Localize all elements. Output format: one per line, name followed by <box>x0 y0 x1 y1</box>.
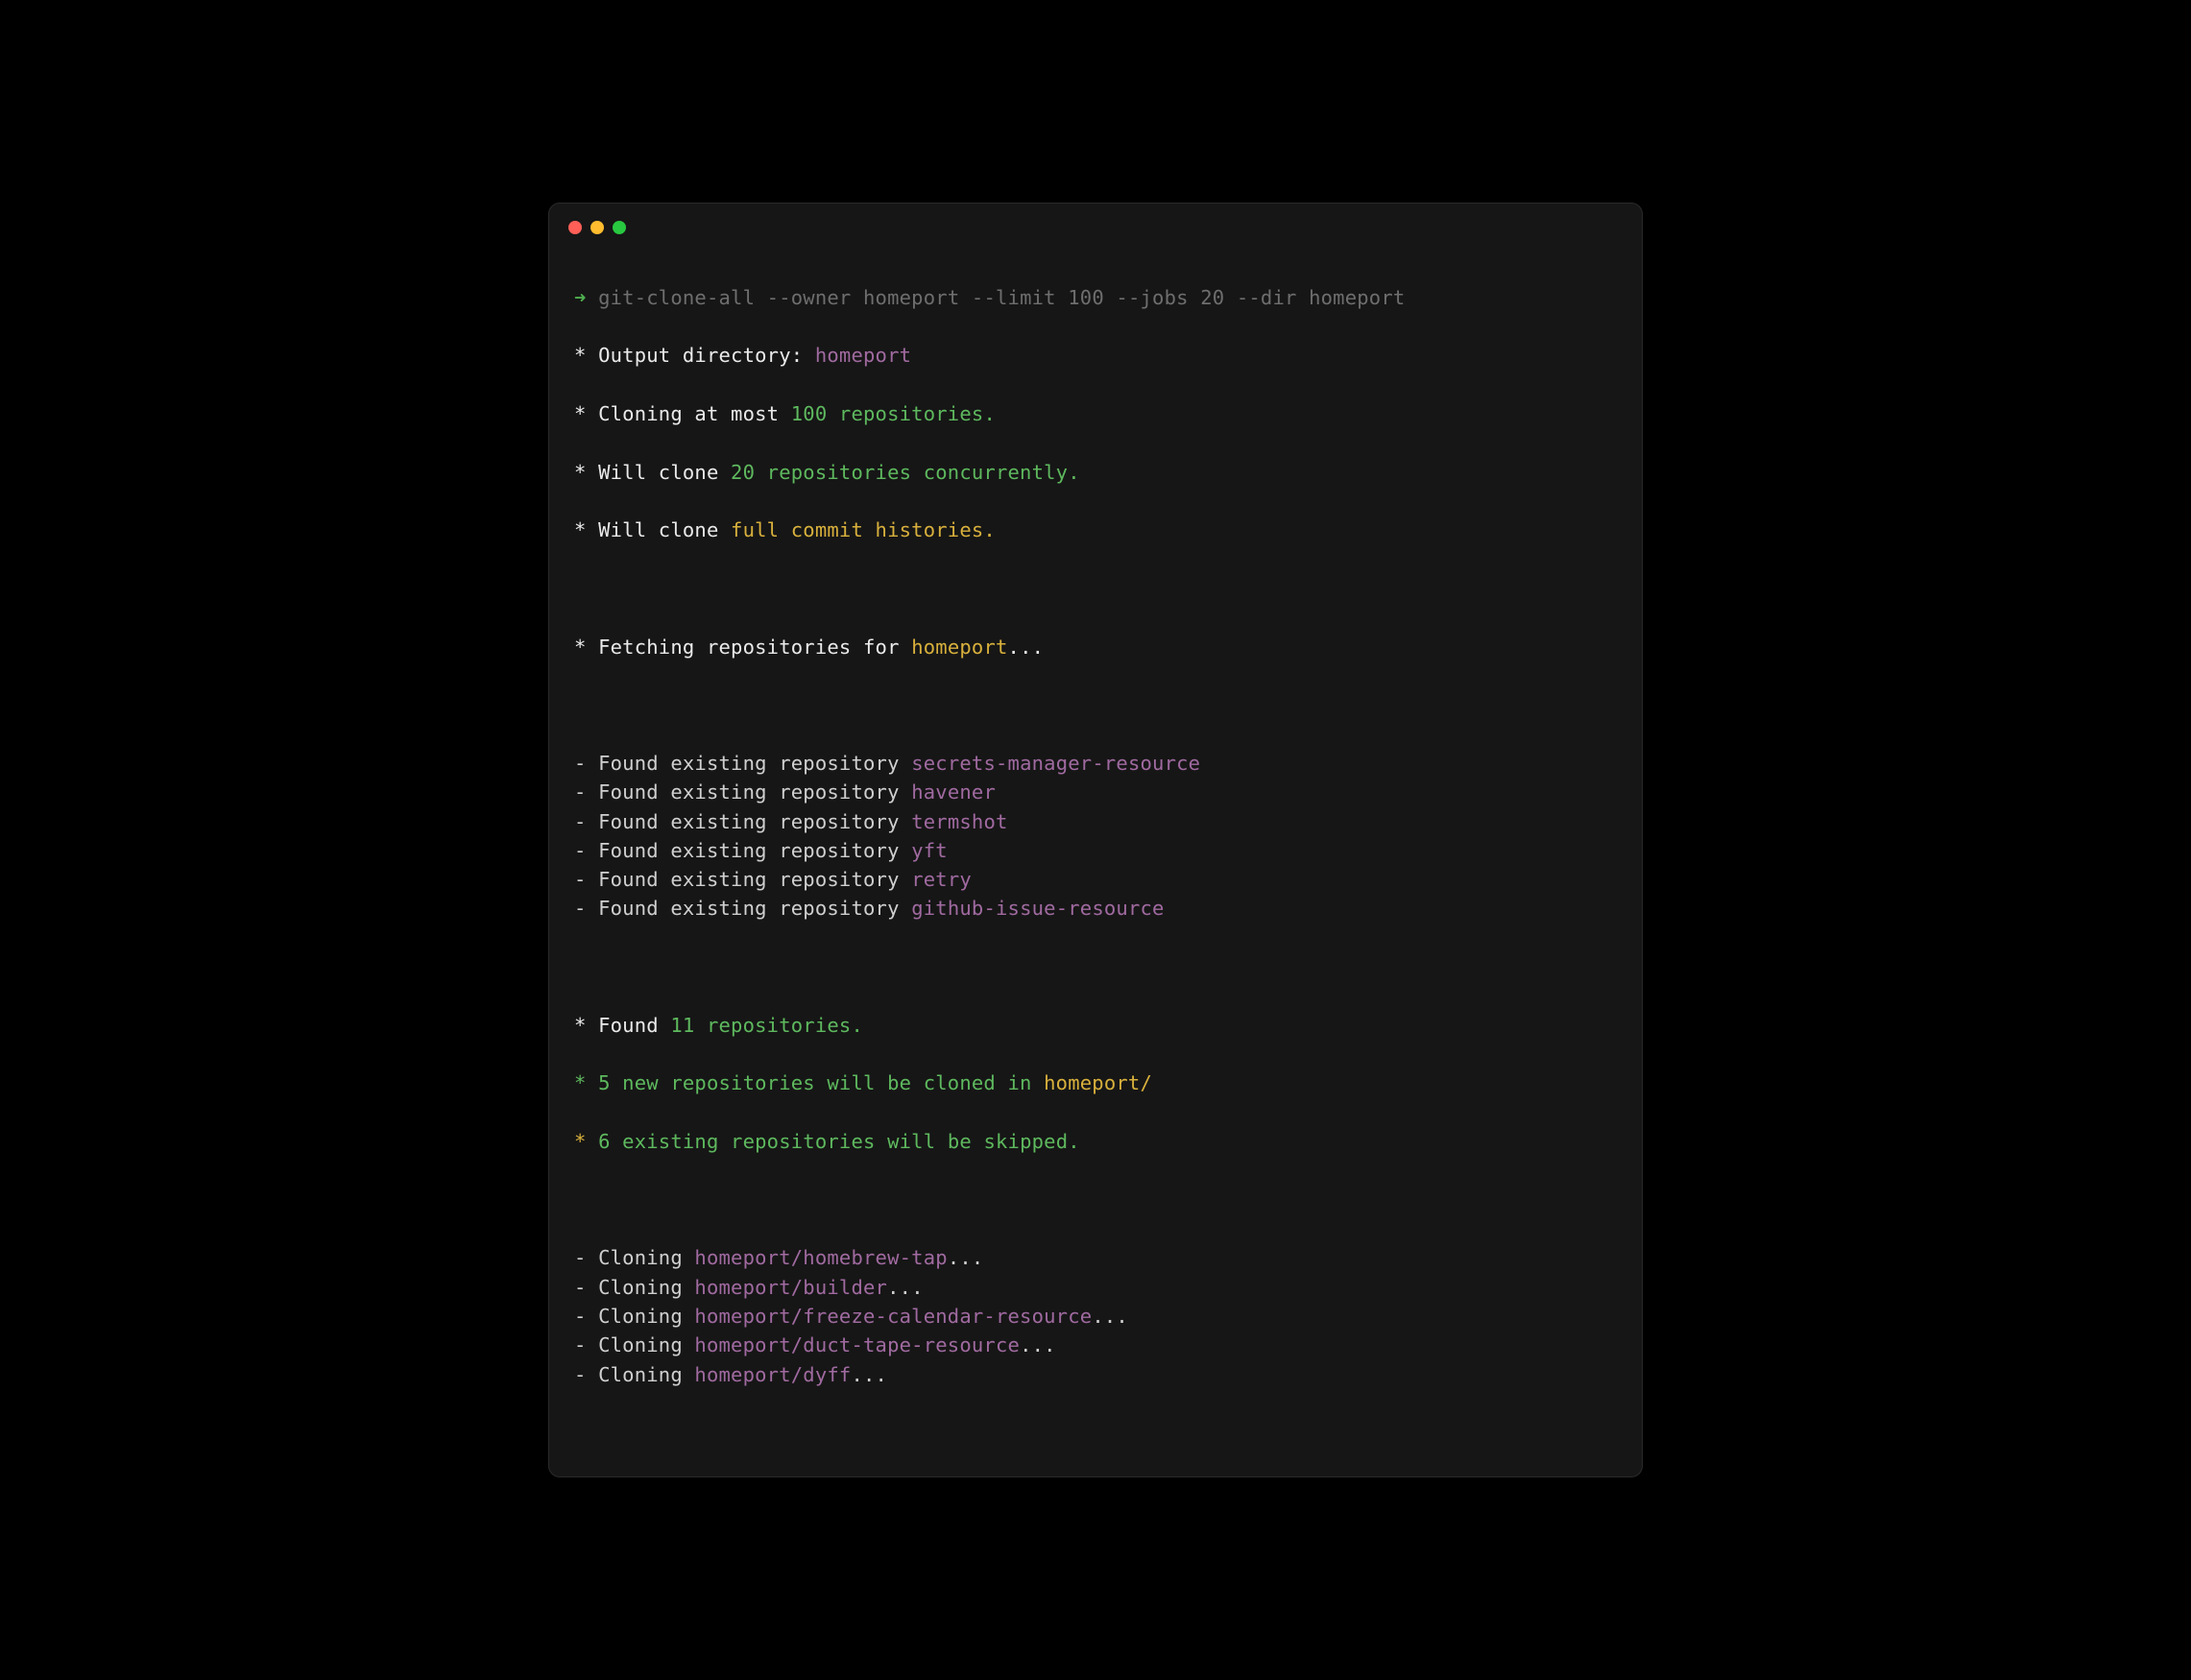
cloning-prefix: - Cloning <box>574 1276 694 1299</box>
output-line: * Will clone 20 repositories concurrentl… <box>574 458 1617 487</box>
cloning-prefix: - Cloning <box>574 1363 694 1386</box>
output-line: * Output directory: homeport <box>574 341 1617 370</box>
cloning-line: - Cloning homeport/homebrew-tap... <box>574 1243 1617 1272</box>
blank-line <box>574 952 1617 981</box>
existing-repo-line: - Found existing repository retry <box>574 865 1617 894</box>
cloning-suffix: ... <box>851 1363 887 1386</box>
close-icon[interactable] <box>568 221 582 234</box>
terminal-window: ➜ git-clone-all --owner homeport --limit… <box>548 203 1643 1476</box>
repo-name: termshot <box>911 810 1007 833</box>
repo-name: havener <box>911 780 996 804</box>
existing-repo-line: - Found existing repository havener <box>574 778 1617 806</box>
cloning-prefix: - Cloning <box>574 1305 694 1328</box>
cloning-line: - Cloning homeport/builder... <box>574 1273 1617 1302</box>
repo-name: homeport/duct-tape-resource <box>694 1333 1020 1356</box>
cloning-suffix: ... <box>887 1276 924 1299</box>
minimize-icon[interactable] <box>590 221 604 234</box>
terminal-body[interactable]: ➜ git-clone-all --owner homeport --limit… <box>549 246 1642 1476</box>
existing-repo-line: - Found existing repository yft <box>574 836 1617 865</box>
repo-name: homeport/freeze-calendar-resource <box>694 1305 1092 1328</box>
output-line: * Cloning at most 100 repositories. <box>574 399 1617 428</box>
repo-name: homeport/builder <box>694 1276 887 1299</box>
cloning-suffix: ... <box>1092 1305 1128 1328</box>
existing-repo-line: - Found existing repository github-issue… <box>574 894 1617 923</box>
blank-line <box>574 690 1617 719</box>
cloning-line: - Cloning homeport/freeze-calendar-resou… <box>574 1302 1617 1331</box>
cloning-suffix: ... <box>948 1246 984 1269</box>
repo-name: retry <box>911 868 972 891</box>
existing-prefix: - Found existing repository <box>574 868 911 891</box>
repo-name: homeport/dyff <box>694 1363 851 1386</box>
blank-line <box>574 574 1617 603</box>
existing-prefix: - Found existing repository <box>574 780 911 804</box>
titlebar <box>549 204 1642 246</box>
existing-repo-line: - Found existing repository termshot <box>574 807 1617 836</box>
output-line: * Will clone full commit histories. <box>574 516 1617 544</box>
output-line: * 6 existing repositories will be skippe… <box>574 1127 1617 1156</box>
cloning-line: - Cloning homeport/duct-tape-resource... <box>574 1331 1617 1359</box>
cloning-suffix: ... <box>1020 1333 1056 1356</box>
prompt-arrow: ➜ <box>574 286 587 309</box>
cloning-prefix: - Cloning <box>574 1246 694 1269</box>
output-line: * 5 new repositories will be cloned in h… <box>574 1068 1617 1097</box>
command-text: git-clone-all --owner homeport --limit 1… <box>598 286 1405 309</box>
blank-line <box>574 1186 1617 1214</box>
repo-name: github-issue-resource <box>911 897 1164 920</box>
command-line: ➜ git-clone-all --owner homeport --limit… <box>574 283 1617 312</box>
maximize-icon[interactable] <box>613 221 626 234</box>
existing-repo-line: - Found existing repository secrets-mana… <box>574 749 1617 778</box>
repo-name: homeport/homebrew-tap <box>694 1246 947 1269</box>
existing-prefix: - Found existing repository <box>574 839 911 862</box>
existing-prefix: - Found existing repository <box>574 897 911 920</box>
output-line: * Fetching repositories for homeport... <box>574 633 1617 661</box>
repo-name: yft <box>911 839 948 862</box>
cloning-prefix: - Cloning <box>574 1333 694 1356</box>
existing-prefix: - Found existing repository <box>574 810 911 833</box>
existing-prefix: - Found existing repository <box>574 752 911 775</box>
repo-name: secrets-manager-resource <box>911 752 1200 775</box>
output-line: * Found 11 repositories. <box>574 1011 1617 1040</box>
cloning-line: - Cloning homeport/dyff... <box>574 1360 1617 1389</box>
